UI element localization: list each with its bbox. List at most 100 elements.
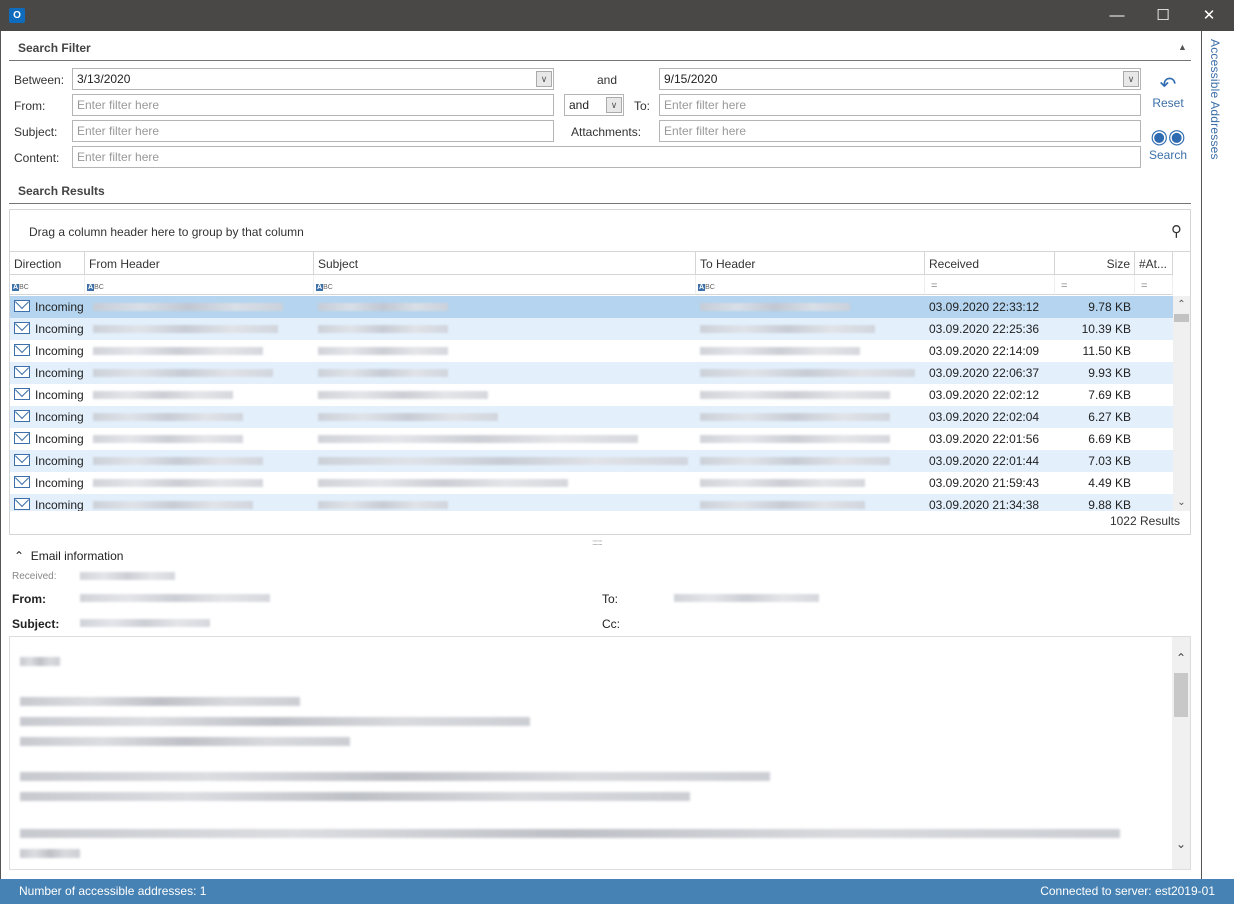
maximize-button[interactable]: ☐: [1140, 0, 1186, 31]
redacted-text-line: [20, 849, 80, 858]
filter-cell-size[interactable]: =: [1055, 275, 1135, 295]
received-cell: 03.09.2020 22:33:12: [929, 300, 1040, 314]
scroll-thumb[interactable]: [1174, 673, 1188, 717]
collapse-filter-icon[interactable]: ▲: [1178, 42, 1187, 52]
between-from-date-picker[interactable]: 3/13/2020: [72, 68, 554, 90]
filter-cell-subject[interactable]: ABC: [314, 275, 696, 295]
redacted-text-line: [20, 717, 530, 726]
results-scrollbar[interactable]: ⌃ ⌄: [1173, 296, 1190, 511]
body-scrollbar[interactable]: ⌃ ⌄: [1172, 637, 1190, 869]
column-header-subject[interactable]: Subject: [314, 252, 696, 275]
chevron-down-icon[interactable]: ∨: [606, 97, 622, 113]
accessible-addresses-panel[interactable]: Accessible Addresses: [1201, 31, 1234, 879]
search-results-title: Search Results: [18, 184, 105, 198]
redacted-text-line: [20, 657, 60, 666]
filter-cell-direction[interactable]: ABC: [10, 275, 85, 295]
received-cell: 03.09.2020 22:02:04: [929, 410, 1040, 424]
group-by-panel[interactable]: Drag a column header here to group by th…: [10, 210, 1190, 252]
attachments-cell: [1135, 450, 1173, 472]
filter-cell-attachments[interactable]: =: [1135, 275, 1173, 295]
scroll-down-icon[interactable]: ⌄: [1173, 494, 1190, 511]
direction-cell: Incoming: [10, 340, 85, 362]
incoming-mail-icon: [14, 432, 30, 444]
table-row[interactable]: Incoming 03.09.2020 22:33:12 9.78 KB: [10, 296, 1173, 318]
table-row[interactable]: Incoming 03.09.2020 22:06:37 9.93 KB: [10, 362, 1173, 384]
email-body-viewer[interactable]: ⌃ ⌄: [9, 636, 1191, 870]
title-bar: O — ☐ ✕: [0, 0, 1234, 31]
chevron-up-icon: ⌃: [14, 549, 25, 563]
subject-cell-redacted: [314, 472, 696, 494]
and-label: and: [597, 73, 618, 87]
to-filter-input[interactable]: Enter filter here: [659, 94, 1141, 116]
table-row[interactable]: Incoming 03.09.2020 22:02:04 6.27 KB: [10, 406, 1173, 428]
to-cell-redacted: [696, 494, 925, 511]
filter-cell-received[interactable]: =: [925, 275, 1055, 295]
subject-cell-redacted: [314, 428, 696, 450]
chevron-down-icon[interactable]: ∨: [1123, 71, 1139, 87]
column-header-received[interactable]: Received: [925, 252, 1055, 275]
minimize-button[interactable]: —: [1094, 0, 1140, 31]
chevron-down-icon[interactable]: ∨: [536, 71, 552, 87]
column-header-from[interactable]: From Header: [85, 252, 314, 275]
from-filter-input[interactable]: Enter filter here: [72, 94, 554, 116]
to-label: To:: [602, 592, 619, 606]
from-cell-redacted: [89, 450, 314, 472]
from-cell-redacted: [89, 406, 314, 428]
search-filter-title: Search Filter: [18, 41, 91, 55]
attachments-cell: [1135, 494, 1173, 511]
subject-filter-input[interactable]: Enter filter here: [72, 120, 554, 142]
table-row[interactable]: Incoming 03.09.2020 22:25:36 10.39 KB: [10, 318, 1173, 340]
column-header-size[interactable]: Size: [1055, 252, 1135, 275]
between-to-date-picker[interactable]: 9/15/2020: [659, 68, 1141, 90]
close-button[interactable]: ✕: [1186, 0, 1232, 31]
subject-cell-redacted: [314, 318, 696, 340]
from-cell-redacted: [89, 318, 314, 340]
table-row[interactable]: Incoming 03.09.2020 21:34:38 9.88 KB: [10, 494, 1173, 511]
from-cell-redacted: [89, 494, 314, 511]
content-filter-input[interactable]: Enter filter here: [72, 146, 1141, 168]
scroll-thumb[interactable]: [1174, 314, 1189, 322]
table-row[interactable]: Incoming 03.09.2020 22:01:56 6.69 KB: [10, 428, 1173, 450]
column-header-attachments[interactable]: #At...: [1135, 252, 1173, 275]
incoming-mail-icon: [14, 322, 30, 334]
subject-label: Subject:: [12, 617, 60, 631]
reset-button[interactable]: ↶ Reset: [1148, 74, 1188, 110]
table-row[interactable]: Incoming 03.09.2020 21:59:43 4.49 KB: [10, 472, 1173, 494]
size-cell: 9.88 KB: [1088, 498, 1131, 511]
size-cell: 4.49 KB: [1088, 476, 1131, 490]
received-label: Received:: [12, 571, 57, 582]
incoming-mail-icon: [14, 300, 30, 312]
direction-text: Incoming: [35, 454, 84, 468]
direction-text: Incoming: [35, 366, 84, 380]
text-filter-icon: ABC: [316, 284, 333, 291]
scroll-up-icon[interactable]: ⌃: [1173, 296, 1190, 313]
received-cell: 03.09.2020 22:02:12: [929, 388, 1040, 402]
from-cell-redacted: [89, 340, 314, 362]
attachments-cell: [1135, 384, 1173, 406]
column-header-to[interactable]: To Header: [696, 252, 925, 275]
search-icon[interactable]: ⚲: [1171, 222, 1182, 240]
filter-cell-to[interactable]: ABC: [696, 275, 925, 295]
attachments-filter-input[interactable]: Enter filter here: [659, 120, 1141, 142]
attachments-cell: [1135, 428, 1173, 450]
accessible-address-count: Number of accessible addresses: 1: [19, 884, 207, 898]
column-header-direction[interactable]: Direction: [10, 252, 85, 275]
subject-value-redacted: [80, 619, 210, 627]
scroll-down-icon[interactable]: ⌄: [1172, 837, 1190, 851]
attachments-cell: [1135, 406, 1173, 428]
between-label: Between:: [14, 73, 65, 87]
attachments-cell: [1135, 340, 1173, 362]
splitter-handle[interactable]: ::::::::: [592, 538, 603, 547]
size-cell: 7.69 KB: [1088, 388, 1131, 402]
size-cell: 9.93 KB: [1088, 366, 1131, 380]
table-row[interactable]: Incoming 03.09.2020 22:01:44 7.03 KB: [10, 450, 1173, 472]
scroll-up-icon[interactable]: ⌃: [1172, 651, 1190, 665]
search-button[interactable]: ◉◉ Search: [1148, 126, 1188, 162]
redacted-text-line: [20, 737, 350, 746]
to-cell-redacted: [696, 318, 925, 340]
accessible-addresses-tab[interactable]: Accessible Addresses: [1208, 39, 1222, 160]
email-info-header[interactable]: ⌃ Email information: [14, 549, 123, 563]
filter-cell-from[interactable]: ABC: [85, 275, 314, 295]
table-row[interactable]: Incoming 03.09.2020 22:14:09 11.50 KB: [10, 340, 1173, 362]
table-row[interactable]: Incoming 03.09.2020 22:02:12 7.69 KB: [10, 384, 1173, 406]
